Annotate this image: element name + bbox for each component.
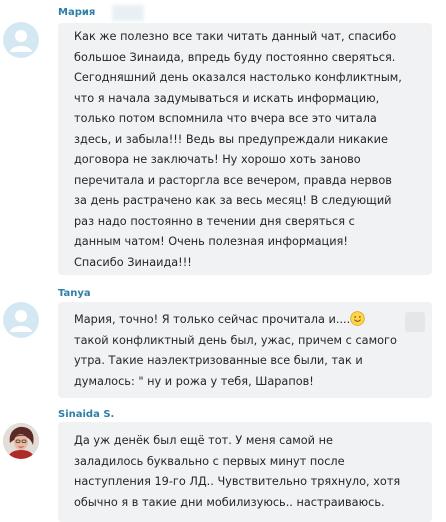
user-silhouette-icon	[10, 30, 32, 52]
message-bubble: Как же полезно все таки читать данный ча…	[58, 23, 432, 275]
message-author[interactable]: Мария	[58, 6, 95, 19]
default-avatar[interactable]	[3, 302, 39, 338]
redacted-name	[112, 5, 144, 21]
message-text: такой конфликтный день был, ужас, причем…	[74, 333, 397, 388]
message-text: Мария, точно! Я только сейчас прочитала …	[74, 313, 351, 326]
smiling-face-emoji	[350, 311, 365, 326]
message-author[interactable]: Sinaida S.	[58, 408, 114, 421]
user-silhouette-icon	[10, 310, 32, 332]
message-text-first-line: Мария, точно! Я только сейчас прочитала …	[74, 310, 432, 331]
user-photo-avatar[interactable]	[3, 423, 39, 459]
message-text: Да уж денёк был ещё тот. У меня самой не…	[74, 434, 401, 509]
message-text: Как же полезно все таки читать данный ча…	[74, 30, 402, 269]
default-avatar[interactable]	[3, 22, 39, 58]
message-bubble: Да уж денёк был ещё тот. У меня самой не…	[58, 422, 432, 522]
message-bubble: Мария, точно! Я только сейчас прочитала …	[58, 302, 432, 398]
message-author[interactable]: Tanya	[58, 287, 91, 300]
user-photo-icon	[3, 423, 39, 459]
attachment-placeholder-icon	[405, 312, 425, 332]
